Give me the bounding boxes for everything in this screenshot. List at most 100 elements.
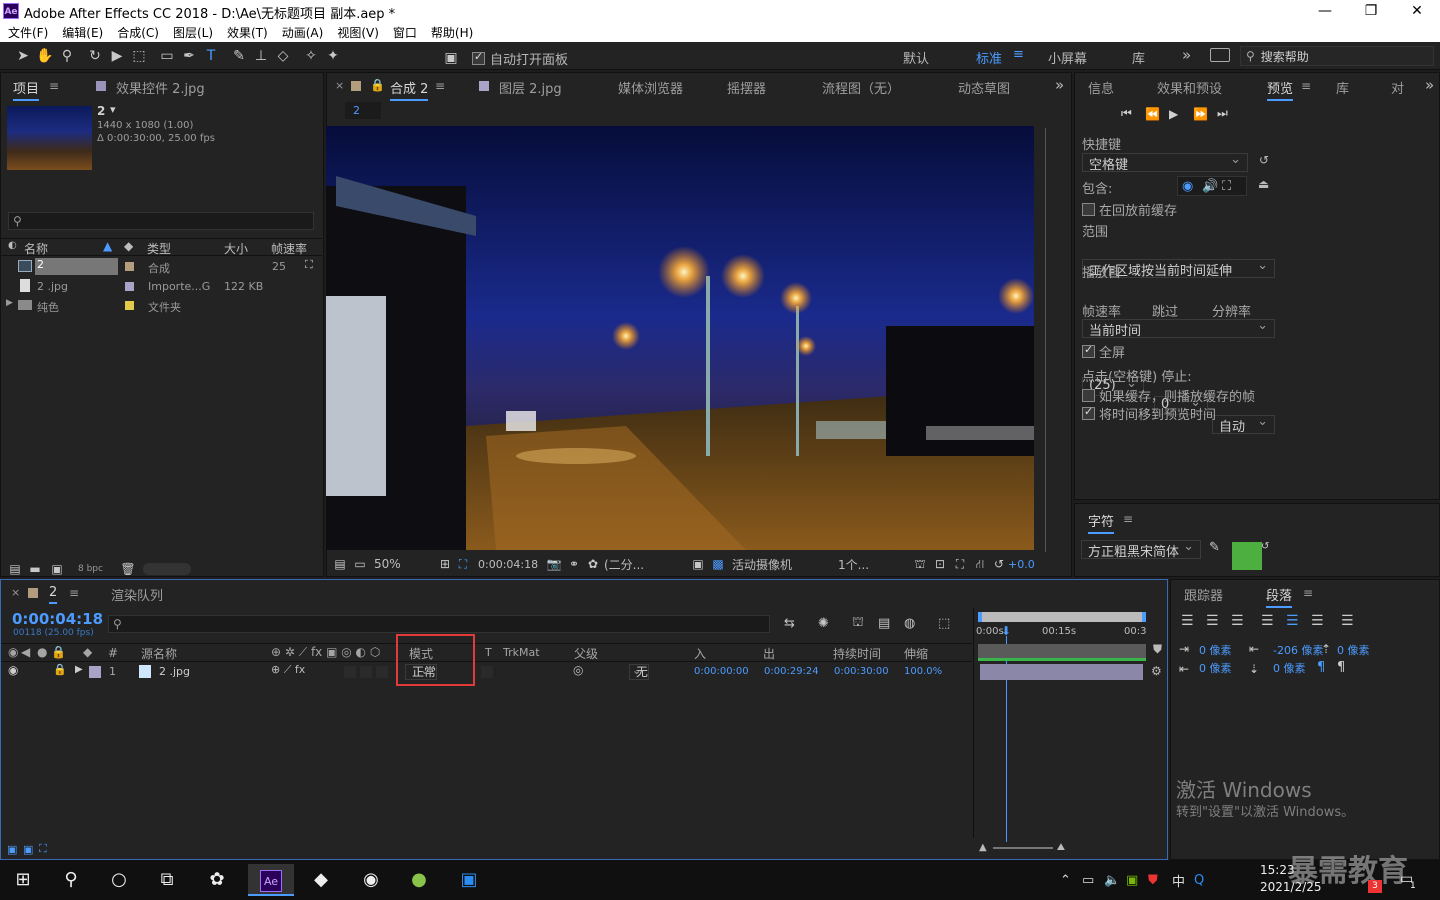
expand-arrow-icon[interactable]: ▶ bbox=[6, 298, 13, 308]
space-after-value[interactable]: 0 像素 bbox=[1273, 660, 1306, 676]
rectangle-tool-icon[interactable]: ▭ bbox=[156, 45, 178, 67]
sort-ascending-icon[interactable]: ▲ bbox=[103, 239, 112, 253]
expand-layer-icon[interactable]: ▶ bbox=[75, 664, 83, 675]
menu-view[interactable]: 视图(V) bbox=[337, 24, 379, 41]
volume-icon[interactable]: 🔈 bbox=[1104, 873, 1126, 888]
type-tool-icon[interactable]: T bbox=[200, 45, 222, 67]
justify-right-icon[interactable]: ☰ bbox=[1311, 613, 1341, 629]
play-icon[interactable]: ▶ bbox=[1169, 107, 1193, 121]
close-tab-icon[interactable]: × bbox=[335, 79, 344, 92]
external-video-icon[interactable]: ⏏ bbox=[1258, 177, 1269, 191]
layer-out-point[interactable]: 0:00:29:24 bbox=[764, 666, 819, 677]
project-search-input[interactable]: ⚲ bbox=[8, 212, 314, 230]
justify-left-icon[interactable]: ☰ bbox=[1261, 613, 1286, 629]
column-name[interactable]: 名称 bbox=[24, 240, 48, 257]
search-icon[interactable]: ⚲ bbox=[48, 864, 94, 896]
tab-info[interactable]: 信息 bbox=[1088, 78, 1114, 97]
workspace-library[interactable]: 库 bbox=[1132, 48, 1145, 67]
layer-in-point[interactable]: 0:00:00:00 bbox=[694, 666, 749, 677]
cortana-icon[interactable]: ○ bbox=[96, 864, 142, 896]
transparency-grid-icon[interactable]: ▩ bbox=[708, 553, 728, 575]
eraser-tool-icon[interactable]: ◇ bbox=[272, 45, 294, 67]
column-out[interactable]: 出 bbox=[763, 645, 775, 662]
column-preserve-transparency[interactable]: T bbox=[485, 646, 492, 659]
composition-viewer[interactable] bbox=[326, 126, 1034, 550]
column-fps[interactable]: 帧速率 bbox=[271, 240, 307, 257]
layer-marker-icon[interactable]: ⚙ bbox=[1151, 664, 1162, 678]
sync-settings-icon[interactable] bbox=[1210, 48, 1230, 62]
list-item[interactable]: ▶ 纯色 文件夹 bbox=[0, 296, 322, 315]
column-source-name[interactable]: 源名称 bbox=[141, 645, 177, 662]
last-frame-icon[interactable]: ⏭ bbox=[1217, 106, 1241, 121]
draft-3d-icon[interactable]: ✺ bbox=[818, 616, 852, 631]
camera-tool-icon[interactable]: ▶ bbox=[106, 45, 128, 67]
column-trkmat[interactable]: TrkMat bbox=[503, 646, 540, 659]
column-type[interactable]: 类型 bbox=[147, 240, 171, 257]
flowchart-icon[interactable]: ⛶ bbox=[305, 258, 313, 272]
workspace-default[interactable]: 默认 bbox=[903, 48, 929, 67]
if-cached-checkbox[interactable] bbox=[1082, 389, 1095, 402]
task-view-icon[interactable]: ⧉ bbox=[144, 864, 190, 896]
cache-before-checkbox[interactable] bbox=[1082, 203, 1095, 216]
comp-marker-icon[interactable]: ⛊ bbox=[1153, 642, 1162, 657]
tab-media-browser[interactable]: 媒体浏览器 bbox=[618, 78, 683, 97]
layer-name[interactable]: 2 .jpg bbox=[159, 665, 190, 678]
align-left-icon[interactable]: ☰ bbox=[1181, 613, 1206, 629]
fit-icon[interactable]: ⊞ bbox=[436, 553, 454, 575]
camera-select[interactable]: 活动摄像机 bbox=[732, 556, 834, 573]
table-row[interactable]: ◉ 🔒 ▶ 1 2 .jpg ⊕ ⟋ fx 正常 ◎ 无 0:00:00:00 … bbox=[1, 662, 972, 682]
move-time-checkbox[interactable] bbox=[1082, 405, 1095, 420]
menu-composition[interactable]: 合成(C) bbox=[117, 24, 159, 41]
tab-timeline-comp[interactable]: 2 bbox=[49, 585, 57, 604]
workspace-more-icon[interactable]: » bbox=[1182, 46, 1191, 64]
space-before-value[interactable]: 0 像素 bbox=[1337, 642, 1370, 658]
previous-frame-icon[interactable]: ⏪ bbox=[1145, 107, 1169, 121]
column-in[interactable]: 入 bbox=[694, 645, 706, 662]
after-effects-taskbar-icon[interactable]: Ae bbox=[248, 864, 294, 896]
timeline-menu-icon[interactable]: ≡ bbox=[69, 586, 79, 600]
overlay-icon[interactable]: ⛶ bbox=[1222, 179, 1242, 194]
resolution-select[interactable]: 自动 bbox=[1212, 414, 1275, 435]
timeline-timecode[interactable]: 0:00:04:18 bbox=[12, 610, 103, 628]
swap-colors-icon[interactable]: ↺ bbox=[1261, 541, 1269, 552]
switch-box[interactable] bbox=[344, 666, 356, 678]
frame-blending-icon[interactable]: ▤ bbox=[878, 616, 904, 631]
eyedropper-icon[interactable]: ✎ bbox=[1209, 540, 1220, 555]
transfer-controls-toggle-icon[interactable]: ▣ bbox=[23, 843, 39, 856]
work-area-bar[interactable] bbox=[978, 612, 1146, 622]
pen-tool-icon[interactable]: ✒ bbox=[178, 45, 200, 67]
app-icon-fan[interactable]: ✿ bbox=[194, 864, 240, 896]
new-folder-icon[interactable]: ▬ bbox=[24, 558, 46, 580]
search-help-box[interactable]: ⚲ 搜索帮助 bbox=[1240, 46, 1434, 66]
lock-toggle-icon[interactable]: 🔒 bbox=[53, 663, 67, 676]
security-icon[interactable]: ⛊ bbox=[1148, 873, 1172, 888]
rtl-direction-icon[interactable]: ¶ bbox=[1337, 660, 1345, 675]
comp-breadcrumb[interactable]: 2 bbox=[345, 102, 381, 119]
shortcut-select[interactable]: 空格键 bbox=[1082, 152, 1248, 173]
comp-mini-flowchart-icon[interactable]: ⇆ bbox=[784, 616, 818, 631]
minimize-button[interactable]: — bbox=[1302, 0, 1348, 22]
audio-icon[interactable]: 🔊 bbox=[1202, 179, 1222, 194]
fullscreen-checkbox[interactable] bbox=[1082, 343, 1095, 358]
project-menu-icon[interactable]: ≡ bbox=[49, 79, 59, 93]
close-button[interactable]: ✕ bbox=[1394, 0, 1440, 22]
motion-blur-icon[interactable]: ◍ bbox=[904, 616, 938, 631]
tab-library[interactable]: 库 bbox=[1336, 78, 1349, 97]
zoom-slider[interactable] bbox=[992, 846, 1053, 849]
interpret-footage-icon[interactable]: ▤ bbox=[6, 558, 24, 580]
app-icon-melon[interactable]: ● bbox=[396, 864, 442, 896]
exposure-icon[interactable]: ↺ bbox=[990, 553, 1008, 575]
nvidia-icon[interactable]: ▣ bbox=[1126, 873, 1148, 888]
more-tabs-icon[interactable]: » bbox=[1425, 76, 1434, 94]
layer-switches-toggle-icon[interactable]: ▣ bbox=[7, 843, 23, 856]
more-tabs-icon[interactable]: » bbox=[1055, 76, 1064, 94]
search-help-input[interactable]: 搜索帮助 bbox=[1261, 48, 1309, 65]
workspace-menu-icon[interactable]: ≡ bbox=[1013, 47, 1024, 62]
channel-icon[interactable]: ✿ bbox=[584, 553, 602, 575]
column-size[interactable]: 大小 bbox=[224, 240, 248, 257]
hand-tool-icon[interactable]: ✋ bbox=[34, 45, 56, 67]
zoom-select[interactable]: 50% bbox=[374, 557, 436, 571]
ime-indicator[interactable]: 中 bbox=[1172, 871, 1194, 890]
project-item-name[interactable]: 2 bbox=[97, 104, 105, 118]
thumbnail-slider[interactable] bbox=[142, 563, 191, 575]
